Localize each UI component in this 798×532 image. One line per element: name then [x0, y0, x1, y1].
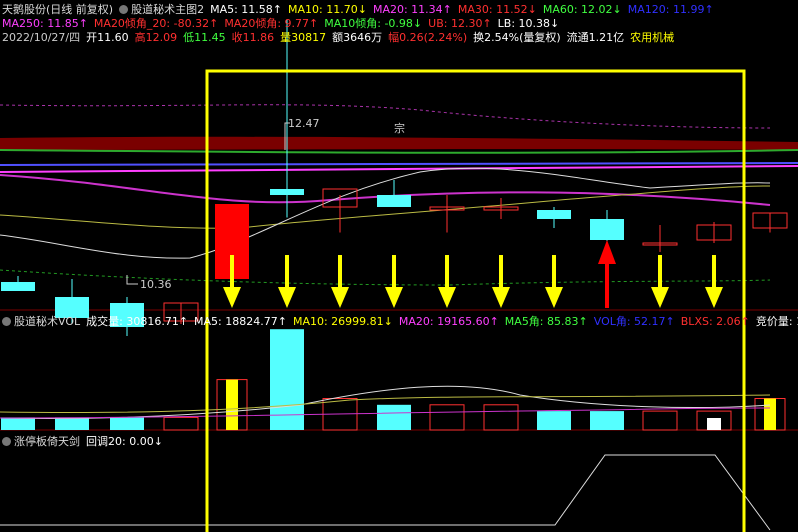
- volume-bar: [764, 398, 776, 430]
- line3-item: 低11.45: [183, 31, 226, 44]
- settings-icon[interactable]: [2, 317, 11, 326]
- settings-icon[interactable]: [2, 437, 11, 446]
- volume-bar: [483, 404, 519, 431]
- vol-header: 股道秘术VOL 成交量: 30816.71↑ MA5: 18824.77↑ MA10:…: [2, 313, 798, 329]
- low-label: 10.36: [140, 278, 172, 291]
- signal-down-arrow: [438, 287, 456, 308]
- ma120-line: [0, 162, 798, 167]
- line3-item: 换2.54%(量复权): [473, 31, 561, 44]
- volh-item: MA5: 18824.77↑: [194, 315, 287, 328]
- volume-bar: [55, 417, 89, 430]
- signal-down-arrow: [331, 287, 349, 308]
- line3-item: 幅0.26(2.24%): [388, 31, 468, 44]
- volh-item: 成交量: 30816.71↑: [86, 315, 189, 328]
- candle-body: [537, 210, 571, 219]
- candle-body: [590, 219, 624, 240]
- high-label: 12.47: [288, 117, 320, 130]
- low-leader: [126, 275, 138, 285]
- line3-item: 高12.09: [134, 31, 178, 44]
- volume-bar: [226, 379, 238, 430]
- chart-canvas[interactable]: [0, 0, 798, 532]
- volume-bar: [377, 404, 411, 430]
- volh-item: 竞价量: 1390: [755, 315, 798, 328]
- volume-bar: [110, 417, 144, 430]
- line1-item: MA120: 11.99↑: [627, 3, 714, 16]
- signal-down-arrow: [385, 287, 403, 308]
- candle-body: [270, 189, 304, 195]
- line3-item: 收11.86: [231, 31, 275, 44]
- line3-item: 额3646万: [332, 31, 383, 44]
- signal-down-arrow: [705, 287, 723, 308]
- volh-item: BLXS: 2.06↑: [680, 315, 750, 328]
- indh-item: 涨停板倚天剑: [14, 435, 80, 448]
- ma60-line: [0, 149, 798, 154]
- upper-band: [0, 104, 771, 129]
- lower-band: [0, 269, 771, 286]
- header-line3: 2022/10/27/四 开11.60 高12.09 低11.45 收11.86 量308…: [2, 29, 680, 45]
- indicator-line: [0, 454, 771, 531]
- indicator-header: 涨停板倚天剑 回调20: 0.00↓: [2, 433, 169, 449]
- signal-down-arrow: [492, 287, 510, 308]
- volh-item: VOL角: 52.17↑: [593, 315, 675, 328]
- volume-bar: [642, 410, 678, 431]
- volume-bar: [590, 411, 624, 430]
- signal-down-arrow: [545, 287, 563, 308]
- line3-item: 2022/10/27/四: [2, 31, 81, 44]
- ma10-line: [0, 185, 771, 229]
- marker-text: 宗: [394, 122, 405, 135]
- signal-down-arrow: [278, 287, 296, 308]
- line3-item: 农用机械: [630, 31, 675, 44]
- ma250-line: [0, 165, 798, 173]
- ma-band: [0, 136, 798, 150]
- signal-down-arrow: [651, 287, 669, 308]
- volume-bar: [163, 416, 199, 431]
- volh-item: MA10: 26999.81↓: [292, 315, 393, 328]
- candle-body: [1, 282, 35, 291]
- volh-item: MA5角: 85.83↑: [504, 315, 588, 328]
- settings-icon[interactable]: [119, 5, 129, 14]
- signal-down-arrow: [223, 287, 241, 308]
- line3-item: 量30817: [280, 31, 327, 44]
- volume-bar: [429, 404, 465, 431]
- volume-marker: [707, 418, 721, 430]
- volh-item: 股道秘术VOL: [14, 315, 81, 328]
- volh-item: MA20: 19165.60↑: [398, 315, 499, 328]
- line3-item: 流通1.21亿: [566, 31, 625, 44]
- line3-item: 开11.60: [86, 31, 129, 44]
- candle-body: [377, 195, 411, 207]
- signal-up-arrow: [598, 240, 616, 264]
- volume-bar: [1, 417, 35, 430]
- indh-item: 回调20: 0.00↓: [86, 435, 163, 448]
- volume-bar: [537, 411, 571, 430]
